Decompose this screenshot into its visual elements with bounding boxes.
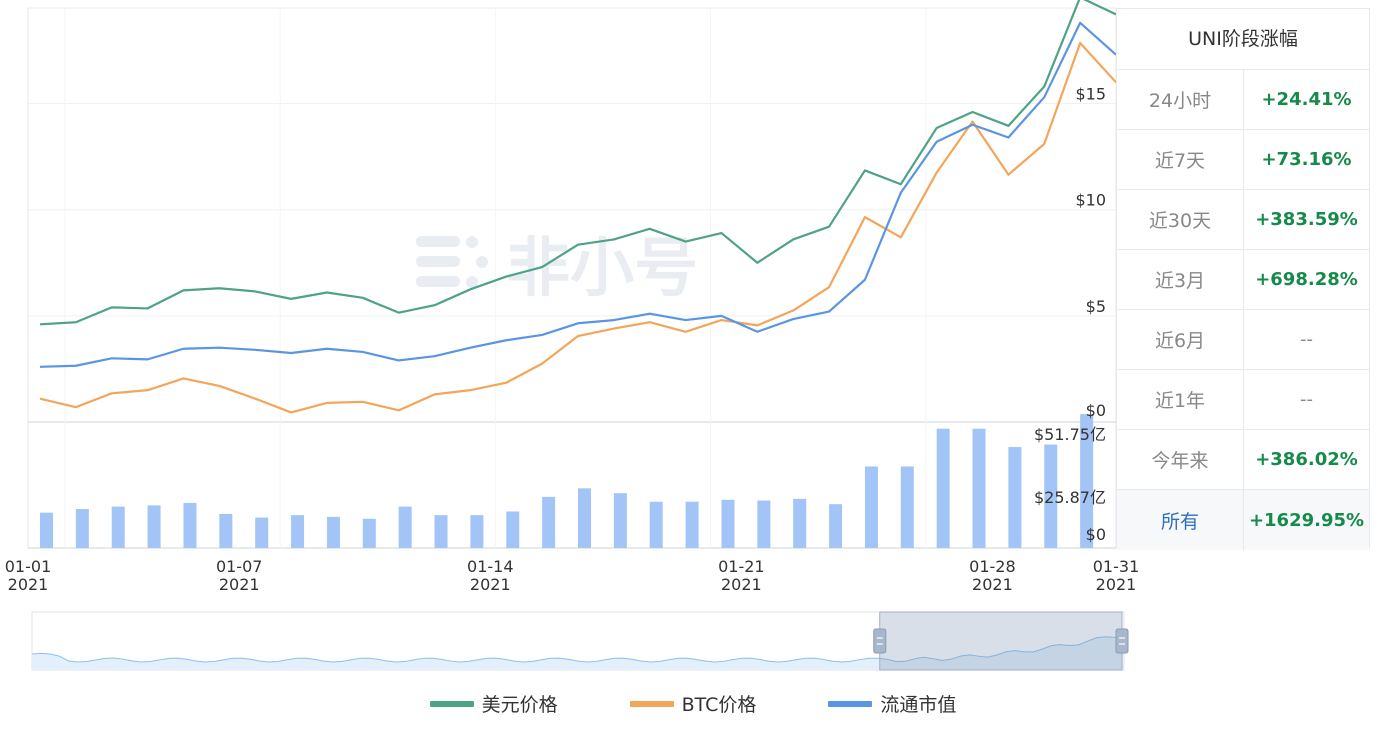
volume-bar <box>685 501 699 548</box>
volume-bar <box>506 511 520 548</box>
price-tick-label: $10 <box>1075 191 1106 210</box>
legend-item[interactable]: 流通市值 <box>828 690 956 717</box>
navigator-selection[interactable] <box>879 611 1123 671</box>
price-tick-label: $15 <box>1075 85 1106 104</box>
navigator-handle-right[interactable] <box>1115 628 1129 654</box>
volume-bar <box>255 517 269 548</box>
x-tick-year: 2021 <box>972 575 1013 594</box>
price-tick-label: $0 <box>1086 401 1106 420</box>
stats-row-label: 24小时 <box>1117 70 1244 129</box>
navigator-handle-left[interactable] <box>873 628 887 654</box>
volume-bar <box>613 493 627 548</box>
series-line <box>39 21 1117 368</box>
x-tick-year: 2021 <box>1096 575 1137 594</box>
volume-bar <box>40 512 53 548</box>
stats-row-label: 所有 <box>1117 490 1244 550</box>
x-tick-label: 01-31 <box>1093 557 1140 576</box>
price-lines <box>39 0 1117 414</box>
volume-bar <box>721 499 735 548</box>
volume-tick-label: $51.75亿 <box>1034 425 1106 444</box>
stats-row: 近1年 -- <box>1117 370 1369 430</box>
legend-item[interactable]: BTC价格 <box>629 690 757 717</box>
legend: 美元价格 BTC价格 流通市值 <box>0 690 1386 717</box>
price-tick-label: $5 <box>1086 297 1106 316</box>
volume-bar <box>326 516 340 548</box>
volume-bar <box>900 466 914 548</box>
volume-bar <box>936 428 950 548</box>
legend-label: 流通市值 <box>880 694 957 716</box>
volume-tick-label: $25.87亿 <box>1034 488 1106 507</box>
x-axis: 01-01202101-07202101-14202101-21202101-2… <box>5 557 1140 594</box>
stats-row-label: 近30天 <box>1117 190 1244 249</box>
stats-row-value: +386.02% <box>1255 449 1358 470</box>
volume-bar <box>219 513 233 548</box>
volume-bar <box>470 515 484 548</box>
stats-row-label: 近1年 <box>1117 370 1244 429</box>
legend-label: 美元价格 <box>481 694 558 716</box>
stats-row: 所有 +1629.95% <box>1117 490 1369 550</box>
x-tick-year: 2021 <box>470 575 511 594</box>
volume-tick-label: $0 <box>1086 525 1106 544</box>
series-line <box>39 41 1117 414</box>
volume-bar <box>111 506 125 548</box>
volume-bar <box>757 500 771 548</box>
stats-row: 近30天 +383.59% <box>1117 190 1369 250</box>
stats-row-label: 近3月 <box>1117 250 1244 309</box>
stats-row: 近6月 -- <box>1117 310 1369 370</box>
stats-row: 近7天 +73.16% <box>1117 130 1369 190</box>
stats-row-label: 今年来 <box>1117 430 1244 489</box>
stats-row-value: +383.59% <box>1255 209 1358 230</box>
zoom-slider[interactable] <box>31 611 1129 671</box>
volume-bar <box>291 515 305 548</box>
legend-label: BTC价格 <box>681 694 757 716</box>
x-tick-label: 01-21 <box>718 557 765 576</box>
x-tick-label: 01-14 <box>467 557 514 576</box>
volume-bar <box>972 428 986 548</box>
volume-bar <box>578 488 591 548</box>
legend-item[interactable]: 美元价格 <box>429 690 558 717</box>
stats-row-value: +1629.95% <box>1248 509 1365 531</box>
legend-swatch <box>429 700 474 707</box>
stats-row-value: -- <box>1300 389 1313 410</box>
x-tick-year: 2021 <box>721 575 762 594</box>
volume-bars <box>40 401 1129 548</box>
volume-bar <box>434 515 448 548</box>
stats-row-value: +698.28% <box>1255 269 1358 290</box>
volume-bar <box>183 502 197 548</box>
legend-swatch <box>629 700 674 707</box>
volume-bar <box>362 518 376 548</box>
stats-row: 近3月 +698.28% <box>1117 250 1369 310</box>
legend-swatch <box>828 700 873 707</box>
x-tick-year: 2021 <box>8 575 49 594</box>
x-tick-label: 01-28 <box>969 557 1016 576</box>
volume-bar <box>75 509 89 548</box>
volume-bar <box>829 504 843 548</box>
volume-bar <box>649 501 663 548</box>
stats-row-value: +24.41% <box>1261 89 1352 110</box>
stats-row: 24小时 +24.41% <box>1117 70 1369 130</box>
volume-bar <box>398 506 412 548</box>
volume-bar <box>1008 446 1022 548</box>
x-tick-year: 2021 <box>219 575 260 594</box>
stage-gain-table: UNI阶段涨幅 24小时 +24.41% 近7天 +73.16% 近30天 +383.59… <box>1116 8 1370 550</box>
stats-row: 今年来 +386.02% <box>1117 430 1369 490</box>
stats-title: UNI阶段涨幅 <box>1117 9 1369 70</box>
volume-bar <box>542 496 556 548</box>
volume-bar <box>793 498 807 548</box>
volume-bar <box>864 466 878 548</box>
volume-bar <box>147 505 161 548</box>
x-tick-label: 01-01 <box>5 557 52 576</box>
stats-row-value: -- <box>1300 329 1313 350</box>
x-tick-label: 01-07 <box>216 557 263 576</box>
stats-row-label: 近6月 <box>1117 310 1244 369</box>
stats-row-label: 近7天 <box>1117 130 1244 189</box>
stats-row-value: +73.16% <box>1261 149 1352 170</box>
